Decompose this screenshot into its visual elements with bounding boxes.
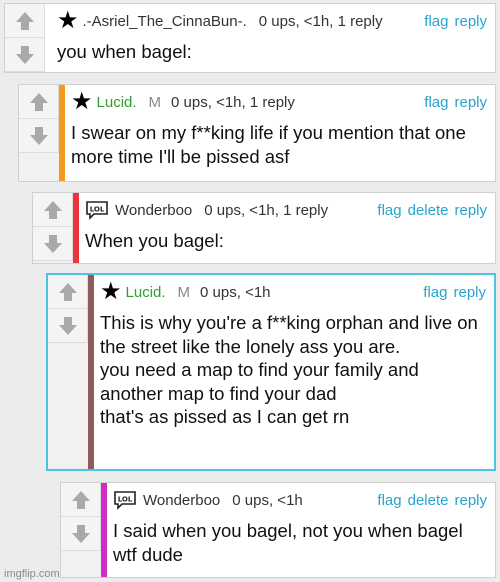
up-arrow-icon — [71, 490, 90, 509]
star-icon: ★ — [57, 7, 79, 34]
svg-text:LOL: LOL — [90, 206, 105, 214]
svg-text:LOL: LOL — [118, 496, 133, 504]
comment-author[interactable]: Lucid. — [126, 284, 166, 301]
comment-body: LOL Wonderboo 0 ups, <1h, 1 reply flag d… — [79, 193, 495, 263]
comment-header: LOL Wonderboo 0 ups, <1h flag delete rep… — [113, 483, 487, 517]
up-arrow-icon — [43, 200, 62, 219]
comment-author[interactable]: .-Asriel_The_CinnaBun-. — [83, 13, 247, 30]
comment-3: LOL Wonderboo 0 ups, <1h, 1 reply flag d… — [32, 192, 496, 264]
comment-header: ★ Lucid. M 0 ups, <1h flag reply — [100, 275, 486, 309]
vote-column — [19, 85, 59, 181]
comment-actions: flag reply — [424, 13, 487, 30]
comment-body: ★ .-Asriel_The_CinnaBun-. 0 ups, <1h, 1 … — [45, 4, 495, 72]
flag-link[interactable]: flag — [423, 284, 447, 301]
down-arrow-icon — [15, 45, 34, 64]
comment-meta: 0 ups, <1h, 1 reply — [258, 12, 383, 30]
up-arrow-icon — [15, 11, 34, 30]
reply-link[interactable]: reply — [454, 492, 487, 509]
downvote-button[interactable] — [61, 517, 101, 551]
flag-link[interactable]: flag — [424, 13, 448, 30]
upvote-button[interactable] — [61, 483, 101, 517]
comment-author[interactable]: Lucid. — [97, 94, 137, 111]
down-arrow-icon — [71, 524, 90, 543]
flag-link[interactable]: flag — [424, 94, 448, 111]
comment-text: When you bagel: — [85, 230, 224, 251]
lol-badge-icon: LOL — [86, 201, 108, 220]
comment-5: LOL Wonderboo 0 ups, <1h flag delete rep… — [60, 482, 496, 578]
comment-actions: flag reply — [424, 94, 487, 111]
upvote-button[interactable] — [48, 275, 88, 309]
vote-column — [61, 483, 101, 577]
reply-link[interactable]: reply — [453, 284, 486, 301]
vote-column — [48, 275, 88, 469]
down-arrow-icon — [58, 316, 77, 335]
downvote-button[interactable] — [19, 119, 59, 153]
comment-text: you when bagel: — [57, 41, 192, 62]
comment-meta: 0 ups, <1h, 1 reply — [204, 201, 329, 219]
comment-text: I swear on my f**king life if you mentio… — [71, 122, 466, 167]
comment-meta: 0 ups, <1h, 1 reply — [171, 93, 295, 111]
delete-link[interactable]: delete — [408, 202, 449, 219]
comment-body: ★ Lucid. M 0 ups, <1h, 1 reply flag repl… — [65, 85, 495, 181]
comment-author[interactable]: Wonderboo — [143, 492, 220, 509]
downvote-button[interactable] — [48, 309, 88, 343]
vote-column — [33, 193, 73, 263]
star-icon: ★ — [100, 278, 122, 305]
comment-header: LOL Wonderboo 0 ups, <1h, 1 reply flag d… — [85, 193, 487, 227]
star-icon: ★ — [71, 88, 93, 115]
comment-author[interactable]: Wonderboo — [115, 202, 192, 219]
comment-meta: 0 ups, <1h — [232, 491, 303, 509]
comment-actions: flag reply — [423, 284, 486, 301]
down-arrow-icon — [29, 126, 48, 145]
reply-link[interactable]: reply — [454, 202, 487, 219]
downvote-button[interactable] — [33, 227, 73, 261]
upvote-button[interactable] — [5, 4, 45, 38]
flag-link[interactable]: flag — [377, 202, 401, 219]
comment-text: I said when you bagel, not you when bage… — [113, 520, 463, 565]
watermark: imgflip.com — [4, 568, 60, 580]
comment-body: ★ Lucid. M 0 ups, <1h flag reply This is… — [94, 275, 494, 469]
comment-2: ★ Lucid. M 0 ups, <1h, 1 reply flag repl… — [18, 84, 496, 182]
vote-column — [5, 4, 45, 72]
comment-header: ★ .-Asriel_The_CinnaBun-. 0 ups, <1h, 1 … — [57, 4, 487, 38]
upvote-button[interactable] — [19, 85, 59, 119]
comment-text: This is why you're a f**king orphan and … — [100, 312, 478, 427]
mod-badge: M — [148, 93, 162, 111]
comment-actions: flag delete reply — [377, 492, 487, 509]
comment-body: LOL Wonderboo 0 ups, <1h flag delete rep… — [107, 483, 495, 577]
mod-badge: M — [177, 283, 191, 301]
delete-link[interactable]: delete — [408, 492, 449, 509]
upvote-button[interactable] — [33, 193, 73, 227]
up-arrow-icon — [29, 92, 48, 111]
up-arrow-icon — [58, 282, 77, 301]
downvote-button[interactable] — [5, 38, 45, 72]
down-arrow-icon — [43, 234, 62, 253]
reply-link[interactable]: reply — [454, 94, 487, 111]
comment-header: ★ Lucid. M 0 ups, <1h, 1 reply flag repl… — [71, 85, 487, 119]
comment-actions: flag delete reply — [377, 202, 487, 219]
comment-4: ★ Lucid. M 0 ups, <1h flag reply This is… — [46, 273, 496, 471]
comment-1: ★ .-Asriel_The_CinnaBun-. 0 ups, <1h, 1 … — [4, 3, 496, 73]
lol-badge-icon: LOL — [114, 491, 136, 510]
flag-link[interactable]: flag — [377, 492, 401, 509]
reply-link[interactable]: reply — [454, 13, 487, 30]
comment-meta: 0 ups, <1h — [200, 283, 271, 301]
